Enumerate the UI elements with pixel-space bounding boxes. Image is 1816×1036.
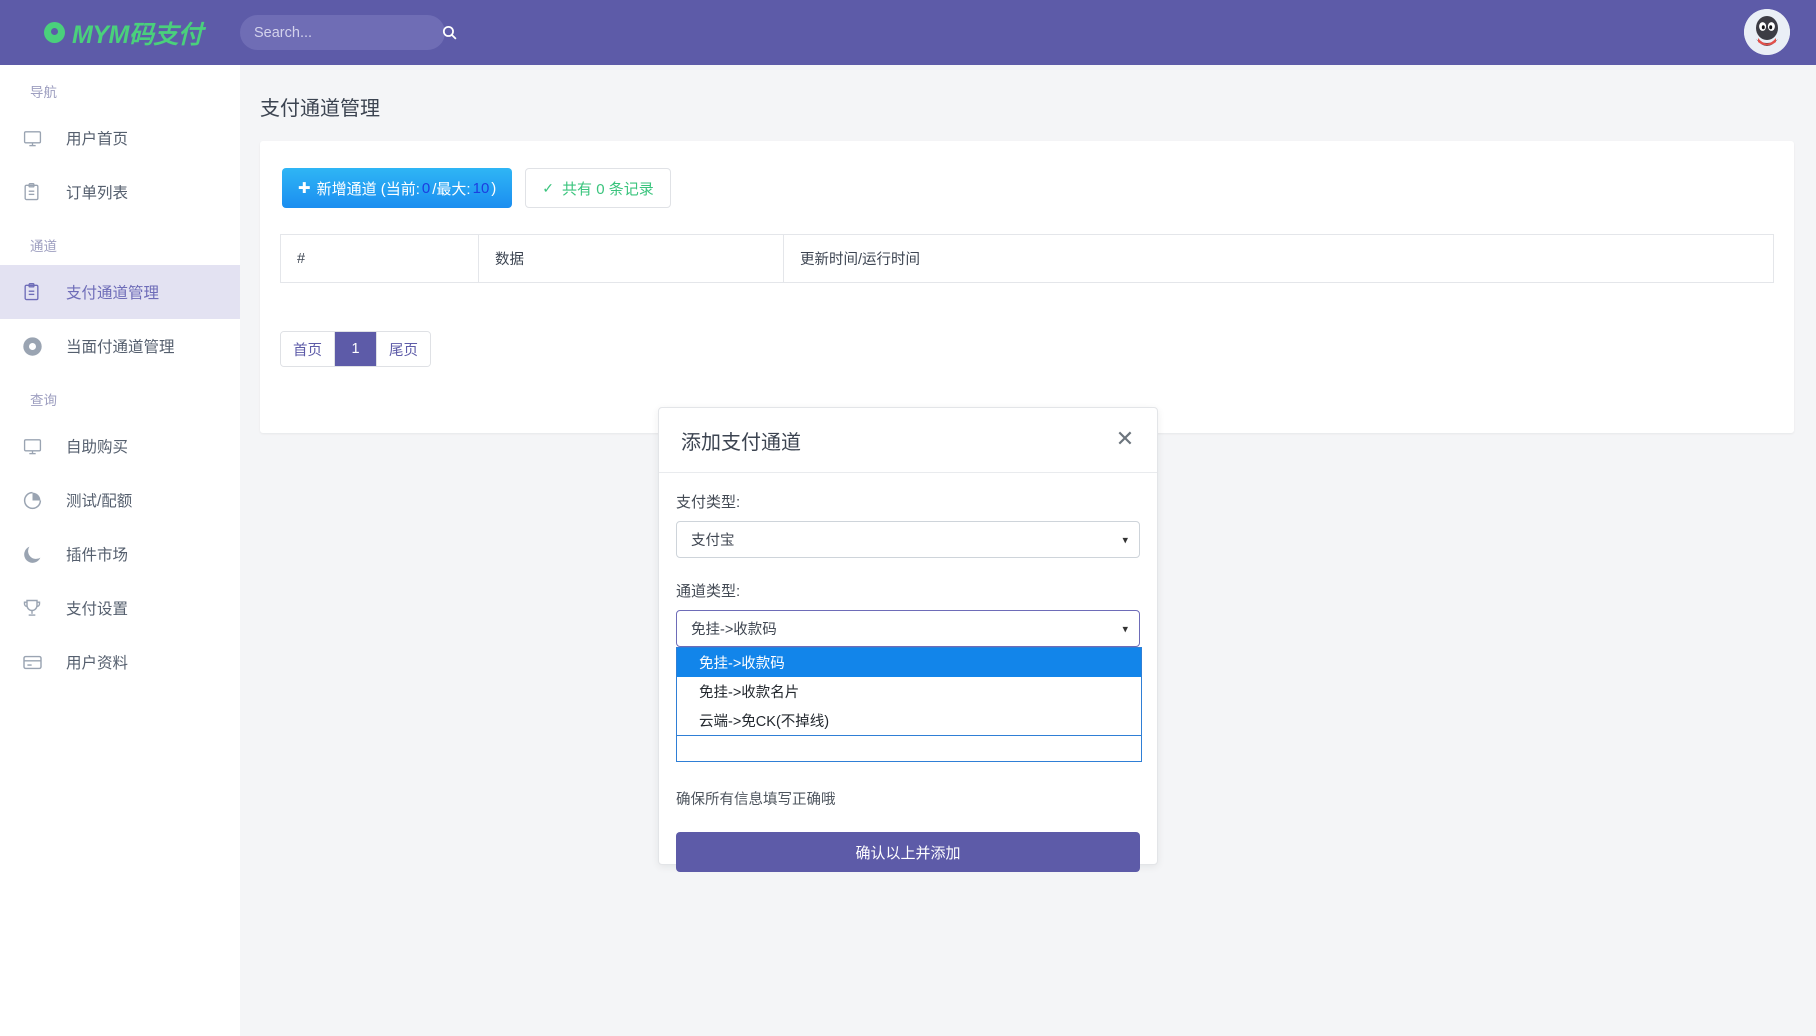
pay-type-value: 支付宝: [691, 529, 735, 550]
add-channel-middle: /最大:: [432, 178, 470, 199]
sidebar-item-label: 支付通道管理: [66, 281, 159, 303]
lifebuoy-icon: [22, 335, 52, 357]
sidebar-item-user-home[interactable]: 用户首页: [0, 111, 240, 165]
sidebar-item-test-quota[interactable]: 测试/配额: [0, 473, 240, 527]
dropdown-option-2[interactable]: 云端->免CK(不掉线): [677, 706, 1141, 735]
brand-name: MYM码支付: [72, 15, 202, 51]
sidebar-item-user-profile[interactable]: 用户资料: [0, 635, 240, 689]
sidebar-section-nav: 导航: [0, 65, 240, 111]
sidebar-item-label: 插件市场: [66, 543, 128, 565]
channel-type-value: 免挂->收款码: [691, 618, 777, 639]
record-count-button[interactable]: ✓ 共有 0 条记录: [525, 168, 670, 208]
sidebar-item-self-purchase[interactable]: 自助购买: [0, 419, 240, 473]
pay-type-select[interactable]: 支付宝 ▾: [676, 521, 1140, 558]
add-channel-prefix: 新增通道 (当前:: [317, 178, 420, 199]
sidebar-item-facepay-channel-management[interactable]: 当面付通道管理: [0, 319, 240, 373]
close-icon[interactable]: ✕: [1113, 428, 1137, 452]
table-column-time: 更新时间/运行时间: [784, 235, 1774, 283]
pie-chart-icon: [22, 489, 52, 511]
add-payment-channel-dialog: 添加支付通道 ✕ 支付类型: 支付宝 ▾ 通道类型: 免挂->收款码 ▾ 免挂-…: [658, 407, 1158, 865]
confirm-add-button[interactable]: 确认以上并添加: [676, 832, 1140, 872]
add-channel-max: 10: [473, 180, 490, 197]
sidebar-item-payment-settings[interactable]: 支付设置: [0, 581, 240, 635]
dropdown-option-1[interactable]: 免挂->收款名片: [677, 677, 1141, 706]
pagination-page-1[interactable]: 1: [335, 332, 377, 366]
monitor-icon: [22, 127, 52, 149]
clipboard-icon: [22, 181, 52, 203]
spacer: [676, 558, 1140, 580]
dialog-header: 添加支付通道 ✕: [659, 408, 1157, 473]
chevron-down-icon: ▾: [1122, 622, 1128, 635]
circle-logo-icon: [44, 22, 65, 43]
dialog-title: 添加支付通道: [681, 426, 801, 455]
sidebar-item-label: 测试/配额: [66, 489, 132, 511]
card-icon: [22, 651, 52, 673]
sidebar-item-payment-channel-management[interactable]: 支付通道管理: [0, 265, 240, 319]
record-count-label: 共有 0 条记录: [562, 178, 654, 199]
dropdown-blank-area: [677, 735, 1141, 761]
moon-icon: [22, 543, 52, 565]
sidebar-item-label: 当面付通道管理: [66, 335, 175, 357]
brand-logo[interactable]: MYM码支付: [0, 15, 240, 51]
pagination-last[interactable]: 尾页: [377, 332, 430, 366]
add-channel-suffix: ): [491, 180, 496, 197]
dialog-hint: 确保所有信息填写正确哦: [676, 788, 1140, 809]
table-header-row: # 数据 更新时间/运行时间: [281, 235, 1774, 283]
sidebar-item-label: 支付设置: [66, 597, 128, 619]
channel-type-select[interactable]: 免挂->收款码 ▾: [676, 610, 1140, 647]
sidebar-item-label: 用户首页: [66, 127, 128, 149]
check-icon: ✓: [542, 180, 554, 197]
sidebar-section-channel: 通道: [0, 219, 240, 265]
sidebar-section-query: 查询: [0, 373, 240, 419]
dropdown-option-0[interactable]: 免挂->收款码: [677, 648, 1141, 677]
table-column-index: #: [281, 235, 479, 283]
dialog-body: 支付类型: 支付宝 ▾ 通道类型: 免挂->收款码 ▾ 免挂->收款码 免挂->…: [659, 473, 1157, 872]
search-icon[interactable]: [441, 24, 458, 41]
add-channel-button[interactable]: ✚ 新增通道 (当前: 0/最大: 10): [282, 168, 512, 208]
trophy-icon: [22, 597, 52, 619]
plus-icon: ✚: [298, 179, 311, 197]
sidebar-item-label: 订单列表: [66, 181, 128, 203]
top-bar: MYM码支付: [0, 0, 1816, 65]
sidebar-item-label: 用户资料: [66, 651, 128, 673]
pagination: 首页 1 尾页: [280, 331, 431, 367]
search-box[interactable]: [240, 15, 445, 50]
toolbar: ✚ 新增通道 (当前: 0/最大: 10) ✓ 共有 0 条记录: [260, 141, 1794, 208]
channel-panel: ✚ 新增通道 (当前: 0/最大: 10) ✓ 共有 0 条记录 # 数据 更新时…: [260, 141, 1794, 433]
pay-type-label: 支付类型:: [676, 491, 1140, 512]
channel-type-label: 通道类型:: [676, 580, 1140, 601]
avatar[interactable]: [1744, 9, 1790, 55]
monitor-icon: [22, 435, 52, 457]
search-input[interactable]: [254, 25, 441, 41]
table-column-data: 数据: [479, 235, 784, 283]
sidebar-item-label: 自助购买: [66, 435, 128, 457]
sidebar-item-plugin-market[interactable]: 插件市场: [0, 527, 240, 581]
chevron-down-icon: ▾: [1122, 533, 1128, 546]
sidebar: 导航 用户首页 订单列表 通道 支付通道管理: [0, 65, 240, 1036]
channel-table: # 数据 更新时间/运行时间: [280, 234, 1774, 283]
page-title: 支付通道管理: [240, 65, 1816, 121]
channel-type-dropdown: 免挂->收款码 免挂->收款名片 云端->免CK(不掉线): [676, 647, 1142, 762]
clipboard-icon: [22, 281, 52, 303]
sidebar-item-order-list[interactable]: 订单列表: [0, 165, 240, 219]
add-channel-current: 0: [422, 180, 430, 197]
pagination-first[interactable]: 首页: [281, 332, 335, 366]
